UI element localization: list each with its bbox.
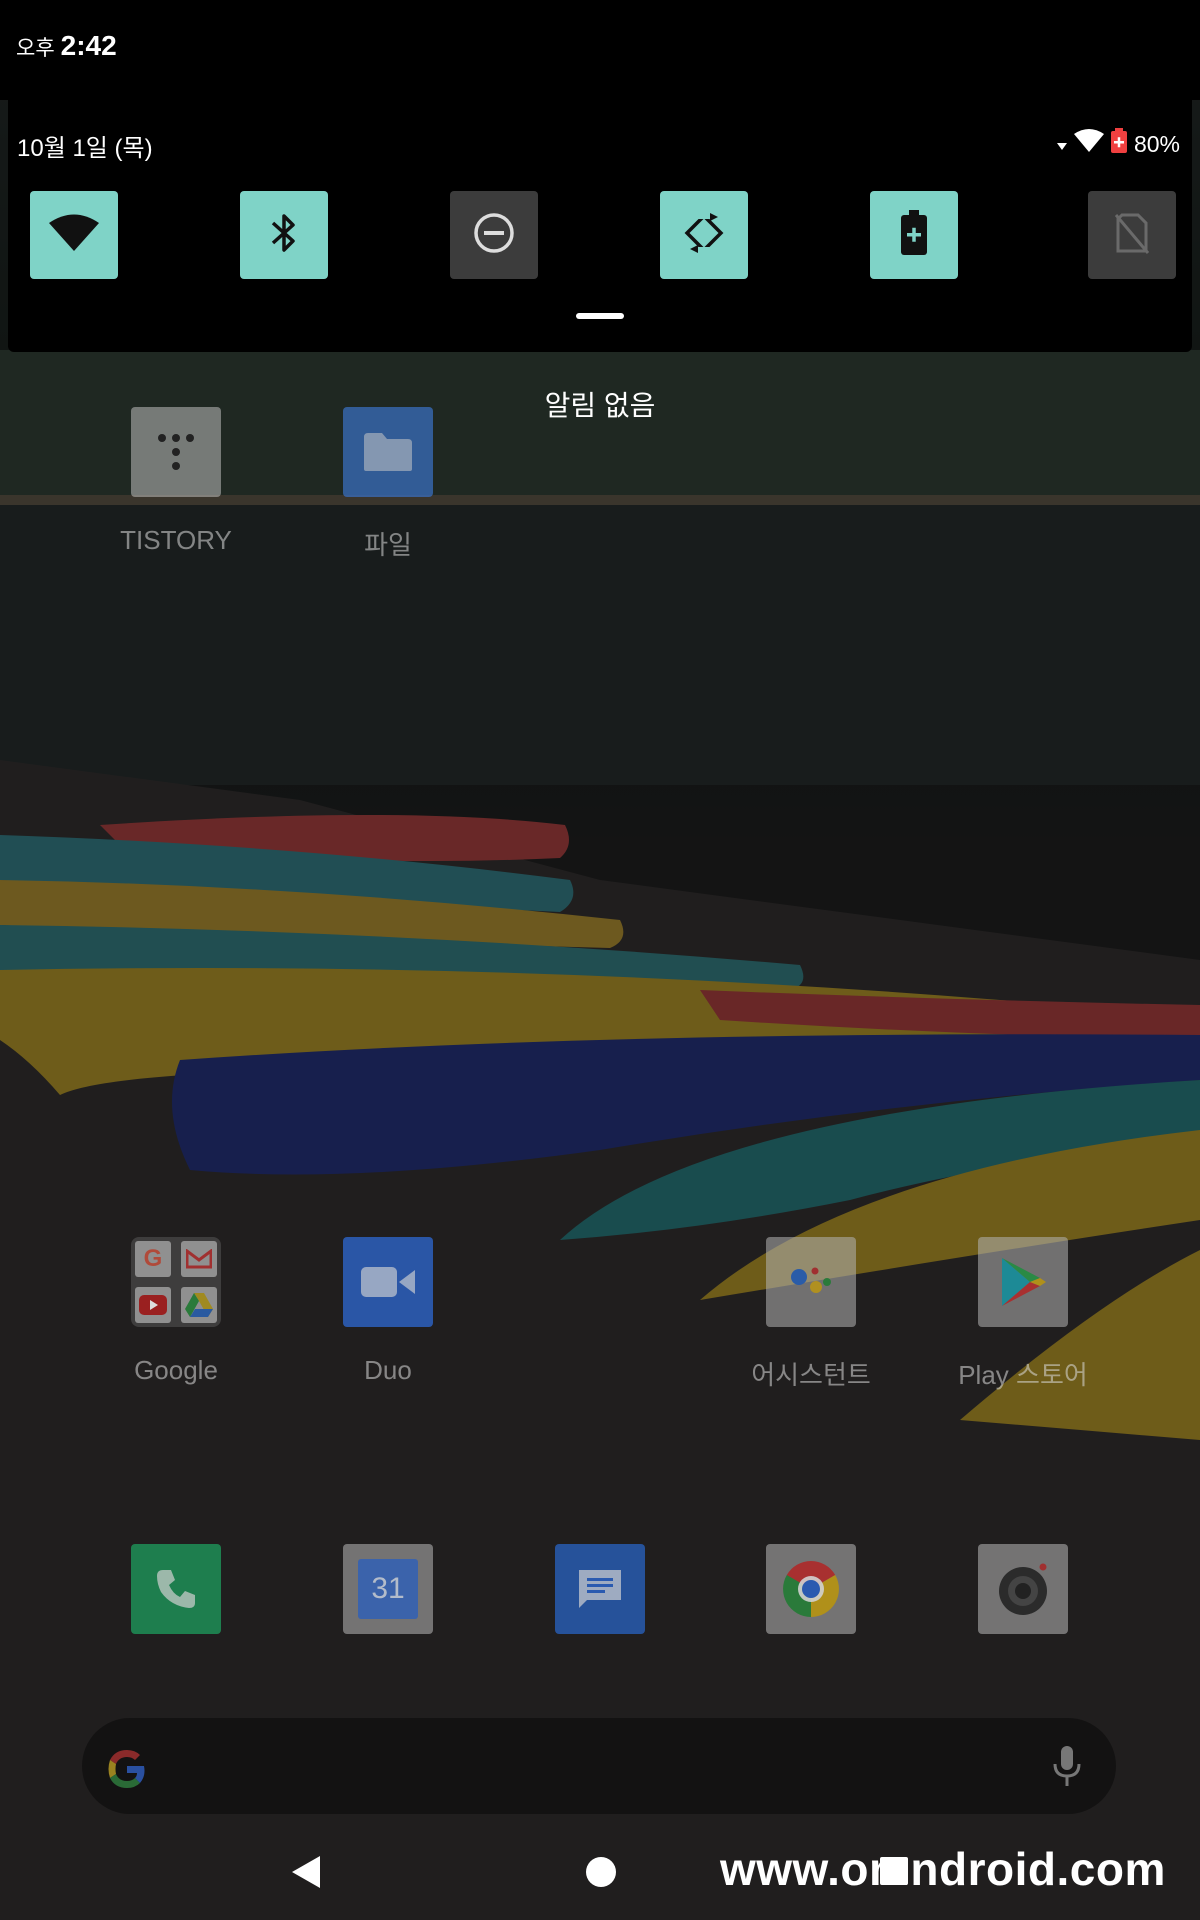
watermark: www.omndroid.com	[720, 1843, 1166, 1895]
battery-status-icon	[1110, 128, 1128, 160]
tile-wifi[interactable]	[30, 191, 118, 279]
quick-settings-panel[interactable]: 10월 1일 (목) 80%	[8, 100, 1192, 352]
camera-icon	[978, 1544, 1068, 1634]
app-camera[interactable]	[933, 1544, 1113, 1634]
app-files[interactable]: 파일	[298, 407, 478, 562]
drive-mini-icon	[181, 1287, 217, 1323]
app-label-files: 파일	[364, 530, 412, 560]
clock-ampm: 오후	[16, 37, 55, 60]
folder-icon	[343, 407, 433, 497]
app-label-play-store: Play 스토어	[958, 1360, 1088, 1390]
no-sim-icon	[1112, 211, 1152, 260]
app-play-store[interactable]: Play 스토어	[933, 1237, 1113, 1392]
app-chrome[interactable]	[721, 1544, 901, 1634]
app-calendar[interactable]: 31	[298, 1544, 478, 1634]
assistant-icon	[766, 1237, 856, 1327]
wifi-status-icon	[1073, 129, 1104, 159]
qs-expand-handle[interactable]	[576, 313, 624, 319]
auto-rotate-icon	[682, 210, 726, 260]
battery-percent: 80%	[1133, 130, 1180, 157]
app-phone[interactable]	[86, 1544, 266, 1634]
app-label-google: Google	[134, 1355, 218, 1385]
calendar-icon: 31	[343, 1544, 433, 1634]
clock-time: 2:42	[60, 30, 117, 61]
qs-date[interactable]: 10월 1일 (목)	[17, 128, 153, 163]
tile-auto-rotate[interactable]	[660, 191, 748, 279]
tile-battery-saver[interactable]	[870, 191, 958, 279]
home-button[interactable]	[586, 1857, 616, 1887]
gmail-mini-icon	[181, 1241, 217, 1277]
tile-bluetooth[interactable]	[240, 191, 328, 279]
app-label-duo: Duo	[364, 1355, 412, 1385]
youtube-mini-icon	[135, 1287, 171, 1323]
chrome-icon	[766, 1544, 856, 1634]
back-icon[interactable]	[290, 1854, 322, 1895]
app-duo[interactable]: Duo	[298, 1237, 478, 1386]
signal-arrow-icon	[1056, 131, 1068, 158]
status-bar: 오후 2:42	[0, 0, 1200, 100]
google-mini-icon: G	[135, 1241, 171, 1277]
home-screen: 오후 2:42 10월 1일 (목) 80% 알림 없음 TISTORY 파일 …	[0, 0, 1200, 1920]
calendar-day: 31	[358, 1559, 418, 1619]
app-label-tistory: TISTORY	[120, 525, 232, 555]
google-g-icon	[104, 1746, 150, 1797]
tile-do-not-disturb[interactable]	[450, 191, 538, 279]
google-folder-icon: G	[131, 1237, 221, 1327]
app-messages[interactable]	[510, 1544, 690, 1634]
microphone-icon[interactable]	[1052, 1744, 1082, 1793]
qs-tiles	[30, 191, 1178, 279]
phone-icon	[131, 1544, 221, 1634]
app-google-folder[interactable]: G Google	[86, 1237, 266, 1386]
tistory-icon	[131, 407, 221, 497]
app-label-assistant: 어시스턴트	[751, 1360, 871, 1390]
app-assistant[interactable]: 어시스턴트	[721, 1237, 901, 1392]
duo-icon	[343, 1237, 433, 1327]
google-search-bar[interactable]	[82, 1718, 1116, 1814]
battery-saver-icon	[899, 209, 929, 261]
bluetooth-icon	[269, 211, 299, 260]
clock: 오후 2:42	[16, 30, 117, 62]
qs-status-icons: 80%	[1056, 128, 1180, 160]
wifi-icon	[49, 214, 99, 257]
do-not-disturb-icon	[472, 211, 516, 260]
play-store-icon	[978, 1237, 1068, 1327]
messages-icon	[555, 1544, 645, 1634]
tile-no-sim[interactable]	[1088, 191, 1176, 279]
app-tistory[interactable]: TISTORY	[86, 407, 266, 556]
